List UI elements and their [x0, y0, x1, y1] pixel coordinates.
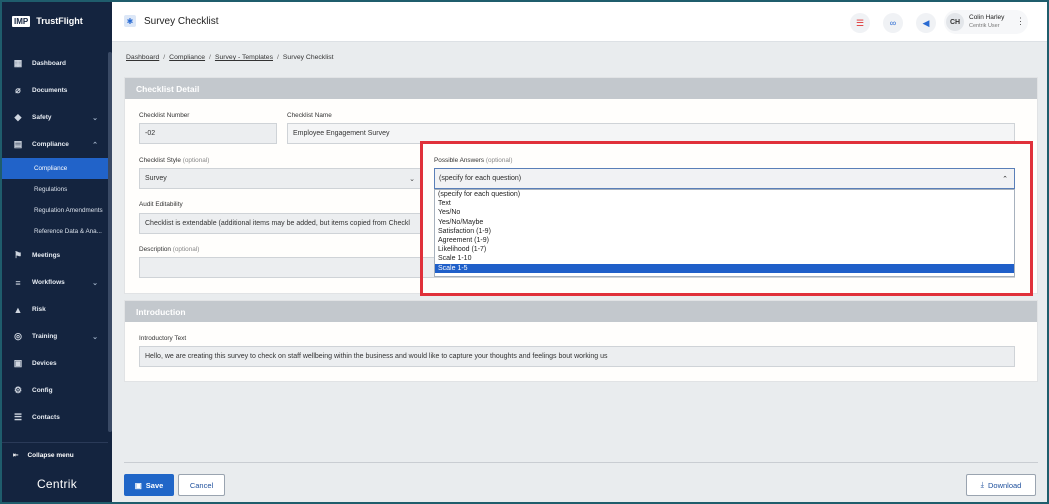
contacts-icon: ☰ [13, 412, 23, 422]
sidebar-subitem-compliance[interactable]: Compliance [2, 158, 108, 179]
sidebar-item-documents[interactable]: ⌀ Documents [2, 77, 108, 104]
introduction-heading: Introduction [125, 301, 1037, 322]
sidebar-item-risk[interactable]: ▲ Risk [2, 296, 108, 323]
sidebar-item-safety[interactable]: ◆ Safety ⌄ [2, 104, 108, 131]
chevron-down-icon: ⌄ [92, 114, 98, 122]
breadcrumb-survey-templates[interactable]: Survey - Templates [215, 54, 273, 61]
list-icon[interactable]: ☰ [850, 13, 870, 33]
sidebar-subitem-regulations[interactable]: Regulations [2, 179, 108, 200]
sidebar-item-label: Devices [32, 360, 57, 367]
user-name: Colin Harley [969, 14, 1005, 21]
breadcrumb-current: Survey Checklist [282, 54, 334, 61]
chevron-down-icon: ⌄ [92, 333, 98, 341]
page-title: Survey Checklist [144, 16, 219, 27]
save-button[interactable]: ▣ Save [124, 474, 174, 496]
dashboard-icon: ▦ [13, 58, 23, 68]
checklist-style-select[interactable]: Survey ⌄ [139, 168, 421, 189]
shield-icon: ◆ [14, 112, 22, 122]
intro-text-label: Introductory Text [139, 335, 187, 342]
checklist-icon: ✱ [124, 15, 136, 27]
sidebar-scrollbar[interactable] [108, 52, 112, 432]
highlight-annotation [420, 141, 1033, 296]
sidebar-item-label: Risk [32, 306, 46, 313]
checklist-number-field[interactable]: -02 [139, 123, 277, 144]
risk-icon: ▲ [13, 304, 23, 315]
avatar: CH [946, 13, 964, 31]
meetings-icon: ⚑ [13, 250, 23, 260]
sidebar-subitem-reference-data-ana-[interactable]: Reference Data & Ana... [2, 221, 108, 242]
audit-editability-select[interactable]: Checklist is extendable (additional item… [139, 213, 421, 234]
sidebar-subitem-regulation-amendments[interactable]: Regulation Amendments [2, 200, 108, 221]
introduction-card: Introduction [124, 300, 1038, 382]
paperclip-icon: ⌀ [15, 85, 21, 95]
sidebar-item-label: Meetings [32, 252, 61, 259]
config-icon: ⚙ [13, 385, 23, 395]
sidebar-item-dashboard[interactable]: ▦ Dashboard [2, 50, 108, 77]
checklist-name-label: Checklist Name [287, 112, 332, 119]
brand-logo: IMP [12, 15, 31, 27]
centrik-logo: Centrik [36, 477, 78, 491]
sidebar-item-devices[interactable]: ▣ Devices [2, 350, 108, 377]
checklist-style-label: Checklist Style (optional) [139, 157, 210, 164]
sidebar-item-training[interactable]: ◎ Training ⌄ [2, 323, 108, 350]
training-icon: ◎ [14, 331, 22, 341]
sidebar-item-label: Workflows [32, 279, 65, 286]
checklist-number-label: Checklist Number [139, 112, 190, 119]
app-window: IMP TrustFlight ▦ Dashboard ⌀ Documents ◆ Saf… [0, 0, 1049, 504]
sidebar-item-label: Dashboard [32, 60, 66, 67]
description-label: Description (optional) [139, 246, 200, 253]
download-icon: ⤓ [980, 480, 984, 489]
document-icon: ▤ [13, 139, 23, 149]
workflows-icon: ≡ [15, 277, 21, 288]
top-header: ✱ Survey Checklist ☰ ∞ ◀ CH Colin Harley… [112, 2, 1047, 42]
sidebar-item-workflows[interactable]: ≡ Workflows ⌄ [2, 269, 108, 296]
chevron-down-icon: ⌄ [92, 279, 98, 287]
sidebar-item-meetings[interactable]: ⚑ Meetings [2, 242, 108, 269]
collapse-icon: ⇤ [13, 452, 19, 459]
sidebar-item-label: Documents [32, 87, 68, 94]
sidebar-item-config[interactable]: ⚙ Config [2, 377, 108, 404]
audit-editability-label: Audit Editability [139, 201, 183, 208]
devices-icon: ▣ [13, 358, 23, 368]
sidebar-item-compliance[interactable]: ▤ Compliance ⌃ [2, 131, 108, 158]
megaphone-icon[interactable]: ◀ [916, 13, 936, 33]
sidebar-item-label: Config [32, 387, 53, 394]
cancel-button[interactable]: Cancel [178, 474, 225, 496]
breadcrumb: Dashboard / Compliance / Survey - Templates /… [126, 54, 334, 61]
brand-name: TrustFlight [36, 16, 83, 26]
save-icon: ▣ [134, 480, 142, 490]
checklist-style-value: Survey [145, 175, 167, 182]
checklist-detail-heading: Checklist Detail [125, 78, 1037, 99]
sidebar: IMP TrustFlight ▦ Dashboard ⌀ Documents ◆ Saf… [2, 2, 112, 502]
chevron-up-icon: ⌃ [92, 141, 98, 149]
intro-text-textarea[interactable]: Hello, we are creating this survey to ch… [139, 346, 1015, 367]
sidebar-item-label: Contacts [32, 414, 60, 421]
sidebar-item-label: Safety [32, 114, 52, 121]
more-options-icon[interactable]: ⋮ [1016, 16, 1025, 27]
chevron-down-icon: ⌄ [409, 176, 415, 183]
link-icon[interactable]: ∞ [883, 13, 903, 33]
breadcrumb-compliance[interactable]: Compliance [169, 54, 205, 61]
footer-divider [124, 462, 1038, 463]
sidebar-nav: ▦ Dashboard ⌀ Documents ◆ Safety ⌄ ▤ Compliance ⌃… [2, 50, 108, 431]
collapse-menu-button[interactable]: ⇤ Collapse menu [2, 442, 108, 467]
download-button[interactable]: ⤓ Download [966, 474, 1036, 496]
brand[interactable]: IMP TrustFlight [2, 2, 112, 40]
breadcrumb-dashboard[interactable]: Dashboard [126, 54, 159, 61]
collapse-menu-label: Collapse menu [27, 451, 74, 459]
sidebar-item-label: Compliance [32, 141, 69, 148]
sidebar-item-label: Training [32, 333, 58, 340]
user-role: Centrik User [969, 23, 1000, 29]
sidebar-item-contacts[interactable]: ☰ Contacts [2, 404, 108, 431]
